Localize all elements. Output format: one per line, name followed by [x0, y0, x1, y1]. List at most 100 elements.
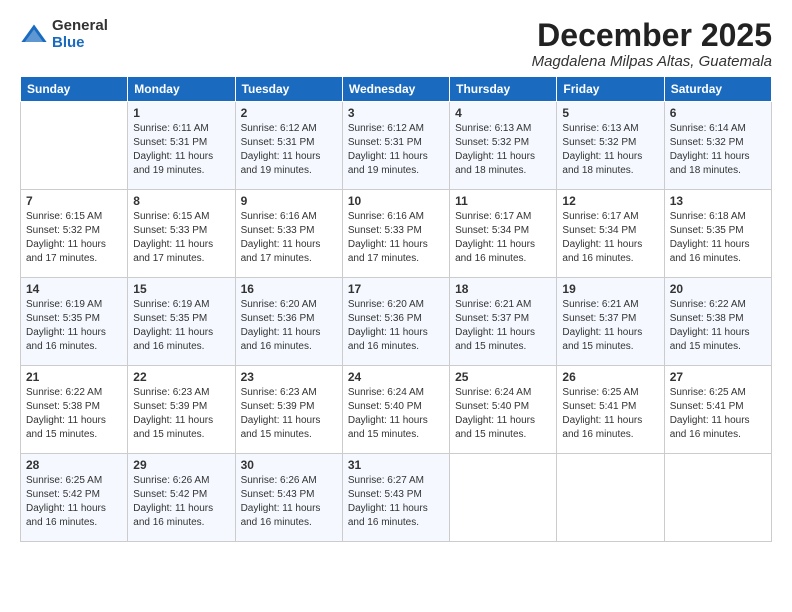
- day-number: 10: [348, 194, 444, 208]
- day-info: Sunrise: 6:22 AM Sunset: 5:38 PM Dayligh…: [26, 386, 122, 442]
- day-info: Sunrise: 6:20 AM Sunset: 5:36 PM Dayligh…: [348, 298, 444, 354]
- calendar-header: SundayMondayTuesdayWednesdayThursdayFrid…: [21, 77, 772, 102]
- day-number: 2: [241, 106, 337, 120]
- calendar-cell: 2Sunrise: 6:12 AM Sunset: 5:31 PM Daylig…: [235, 102, 342, 190]
- day-info: Sunrise: 6:21 AM Sunset: 5:37 PM Dayligh…: [562, 298, 658, 354]
- month-title: December 2025: [532, 18, 772, 53]
- calendar-cell: 3 Sunrise: 6:12 AM Sunset: 5:31 PM Daylig…: [342, 102, 449, 190]
- day-info: Sunrise: 6:25 AM Sunset: 5:41 PM Dayligh…: [670, 386, 766, 442]
- day-info: Sunrise: 6:16 AM Sunset: 5:33 PM Dayligh…: [241, 210, 337, 266]
- logo-text: General Blue: [52, 18, 108, 51]
- page: General Blue December 2025 Magdalena Mil…: [0, 0, 792, 612]
- day-number: 6: [670, 106, 766, 120]
- calendar-cell: 10 Sunrise: 6:16 AM Sunset: 5:33 PM Dayli…: [342, 190, 449, 278]
- calendar-cell: 11Sunrise: 6:17 AM Sunset: 5:34 PM Dayli…: [450, 190, 557, 278]
- calendar-cell: 14 Sunrise: 6:19 AM Sunset: 5:35 PM Dayli…: [21, 278, 128, 366]
- location-title: Magdalena Milpas Altas, Guatemala: [532, 53, 772, 70]
- calendar-cell: 8 Sunrise: 6:15 AM Sunset: 5:33 PM Daylig…: [128, 190, 235, 278]
- day-number: 27: [670, 370, 766, 384]
- day-number: 7: [26, 194, 122, 208]
- day-info: Sunrise: 6:17 AM Sunset: 5:34 PM Dayligh…: [562, 210, 658, 266]
- day-info: Sunrise: 6:19 AM Sunset: 5:35 PM Dayligh…: [133, 298, 229, 354]
- calendar-week-1: 1 Sunrise: 6:11 AM Sunset: 5:31 PM Daylig…: [21, 102, 772, 190]
- day-number: 13: [670, 194, 766, 208]
- calendar-cell: 6Sunrise: 6:14 AM Sunset: 5:32 PM Daylig…: [664, 102, 771, 190]
- day-info: Sunrise: 6:15 AM Sunset: 5:32 PM Dayligh…: [26, 210, 122, 266]
- calendar-cell: 4 Sunrise: 6:13 AM Sunset: 5:32 PM Daylig…: [450, 102, 557, 190]
- day-number: 12: [562, 194, 658, 208]
- day-info: Sunrise: 6:26 AM Sunset: 5:42 PM Dayligh…: [133, 474, 229, 530]
- day-number: 30: [241, 458, 337, 472]
- day-header-thursday: Thursday: [450, 77, 557, 102]
- day-info: Sunrise: 6:25 AM Sunset: 5:41 PM Dayligh…: [562, 386, 658, 442]
- day-number: 31: [348, 458, 444, 472]
- day-header-wednesday: Wednesday: [342, 77, 449, 102]
- header: General Blue December 2025 Magdalena Mil…: [20, 18, 772, 70]
- day-header-monday: Monday: [128, 77, 235, 102]
- day-info: Sunrise: 6:13 AM Sunset: 5:32 PM Dayligh…: [455, 122, 551, 178]
- day-number: 4: [455, 106, 551, 120]
- day-number: 25: [455, 370, 551, 384]
- day-info: Sunrise: 6:19 AM Sunset: 5:35 PM Dayligh…: [26, 298, 122, 354]
- calendar-cell: 17 Sunrise: 6:20 AM Sunset: 5:36 PM Dayli…: [342, 278, 449, 366]
- day-header-saturday: Saturday: [664, 77, 771, 102]
- calendar-cell: 21 Sunrise: 6:22 AM Sunset: 5:38 PM Dayli…: [21, 366, 128, 454]
- day-info: Sunrise: 6:20 AM Sunset: 5:36 PM Dayligh…: [241, 298, 337, 354]
- day-number: 29: [133, 458, 229, 472]
- logo-general: General: [52, 18, 108, 35]
- calendar-cell: 27 Sunrise: 6:25 AM Sunset: 5:41 PM Dayli…: [664, 366, 771, 454]
- day-header-friday: Friday: [557, 77, 664, 102]
- calendar-cell: 26 Sunrise: 6:25 AM Sunset: 5:41 PM Dayli…: [557, 366, 664, 454]
- day-info: Sunrise: 6:23 AM Sunset: 5:39 PM Dayligh…: [133, 386, 229, 442]
- day-info: Sunrise: 6:25 AM Sunset: 5:42 PM Dayligh…: [26, 474, 122, 530]
- day-info: Sunrise: 6:24 AM Sunset: 5:40 PM Dayligh…: [348, 386, 444, 442]
- day-number: 17: [348, 282, 444, 296]
- day-number: 18: [455, 282, 551, 296]
- day-info: Sunrise: 6:12 AM Sunset: 5:31 PM Dayligh…: [348, 122, 444, 178]
- day-info: Sunrise: 6:13 AM Sunset: 5:32 PM Dayligh…: [562, 122, 658, 178]
- day-info: Sunrise: 6:11 AM Sunset: 5:31 PM Dayligh…: [133, 122, 229, 178]
- calendar-cell: 30Sunrise: 6:26 AM Sunset: 5:43 PM Dayli…: [235, 454, 342, 542]
- calendar-week-4: 21 Sunrise: 6:22 AM Sunset: 5:38 PM Dayli…: [21, 366, 772, 454]
- calendar-cell: 16 Sunrise: 6:20 AM Sunset: 5:36 PM Dayli…: [235, 278, 342, 366]
- calendar-cell: 20 Sunrise: 6:22 AM Sunset: 5:38 PM Dayli…: [664, 278, 771, 366]
- day-number: 28: [26, 458, 122, 472]
- day-number: 8: [133, 194, 229, 208]
- day-header-sunday: Sunday: [21, 77, 128, 102]
- calendar-cell: 22 Sunrise: 6:23 AM Sunset: 5:39 PM Dayli…: [128, 366, 235, 454]
- calendar-cell: 28 Sunrise: 6:25 AM Sunset: 5:42 PM Dayli…: [21, 454, 128, 542]
- day-number: 26: [562, 370, 658, 384]
- calendar-week-2: 7 Sunrise: 6:15 AM Sunset: 5:32 PM Daylig…: [21, 190, 772, 278]
- calendar-week-3: 14 Sunrise: 6:19 AM Sunset: 5:35 PM Dayli…: [21, 278, 772, 366]
- day-number: 1: [133, 106, 229, 120]
- calendar-cell: [557, 454, 664, 542]
- day-header-tuesday: Tuesday: [235, 77, 342, 102]
- calendar-cell: [450, 454, 557, 542]
- logo-blue: Blue: [52, 35, 108, 52]
- calendar: SundayMondayTuesdayWednesdayThursdayFrid…: [20, 76, 772, 542]
- title-block: December 2025 Magdalena Milpas Altas, Gu…: [532, 18, 772, 70]
- day-info: Sunrise: 6:27 AM Sunset: 5:43 PM Dayligh…: [348, 474, 444, 530]
- calendar-cell: 1 Sunrise: 6:11 AM Sunset: 5:31 PM Daylig…: [128, 102, 235, 190]
- day-number: 9: [241, 194, 337, 208]
- day-number: 22: [133, 370, 229, 384]
- day-number: 20: [670, 282, 766, 296]
- calendar-cell: 5Sunrise: 6:13 AM Sunset: 5:32 PM Daylig…: [557, 102, 664, 190]
- day-number: 3: [348, 106, 444, 120]
- calendar-cell: 18 Sunrise: 6:21 AM Sunset: 5:37 PM Dayli…: [450, 278, 557, 366]
- day-number: 21: [26, 370, 122, 384]
- day-number: 14: [26, 282, 122, 296]
- day-info: Sunrise: 6:17 AM Sunset: 5:34 PM Dayligh…: [455, 210, 551, 266]
- calendar-cell: 7 Sunrise: 6:15 AM Sunset: 5:32 PM Daylig…: [21, 190, 128, 278]
- day-number: 16: [241, 282, 337, 296]
- calendar-body: 1 Sunrise: 6:11 AM Sunset: 5:31 PM Daylig…: [21, 102, 772, 542]
- day-info: Sunrise: 6:18 AM Sunset: 5:35 PM Dayligh…: [670, 210, 766, 266]
- day-info: Sunrise: 6:15 AM Sunset: 5:33 PM Dayligh…: [133, 210, 229, 266]
- day-number: 23: [241, 370, 337, 384]
- calendar-cell: 12 Sunrise: 6:17 AM Sunset: 5:34 PM Dayli…: [557, 190, 664, 278]
- day-info: Sunrise: 6:22 AM Sunset: 5:38 PM Dayligh…: [670, 298, 766, 354]
- day-number: 24: [348, 370, 444, 384]
- day-info: Sunrise: 6:16 AM Sunset: 5:33 PM Dayligh…: [348, 210, 444, 266]
- day-info: Sunrise: 6:21 AM Sunset: 5:37 PM Dayligh…: [455, 298, 551, 354]
- calendar-cell: 24 Sunrise: 6:24 AM Sunset: 5:40 PM Dayli…: [342, 366, 449, 454]
